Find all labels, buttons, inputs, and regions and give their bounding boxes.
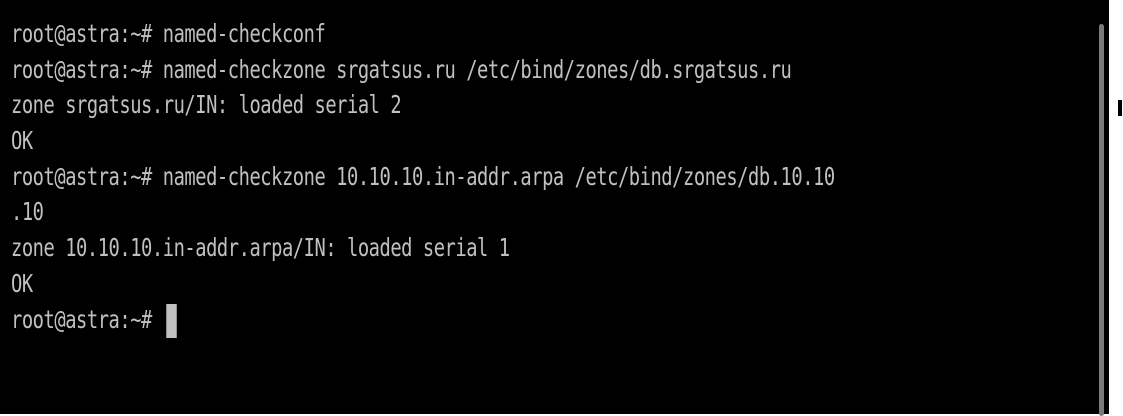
window-edge-mark (1118, 100, 1122, 116)
terminal-line: root@astra:~# named-checkzone srgatsus.r… (11, 54, 792, 84)
scrollbar[interactable] (1099, 24, 1104, 416)
terminal-line: zone 10.10.10.in-addr.arpa/IN: loaded se… (11, 233, 510, 263)
terminal-output: root@astra:~# named-checkconf root@astra… (11, 16, 1109, 338)
terminal-prompt: root@astra:~# (11, 304, 163, 334)
terminal-line: zone srgatsus.ru/IN: loaded serial 2 (11, 90, 402, 120)
terminal-prompt-line[interactable]: root@astra:~# (11, 302, 835, 338)
terminal-line: OK (11, 126, 33, 156)
terminal-line: root@astra:~# named-checkconf (11, 19, 326, 48)
terminal-line: .10 (11, 197, 44, 227)
terminal-line: OK (11, 268, 33, 298)
terminal-line: root@astra:~# named-checkzone 10.10.10.i… (11, 161, 835, 191)
text-cursor (166, 303, 177, 338)
terminal-window[interactable]: root@astra:~# named-checkconf root@astra… (0, 0, 1109, 416)
